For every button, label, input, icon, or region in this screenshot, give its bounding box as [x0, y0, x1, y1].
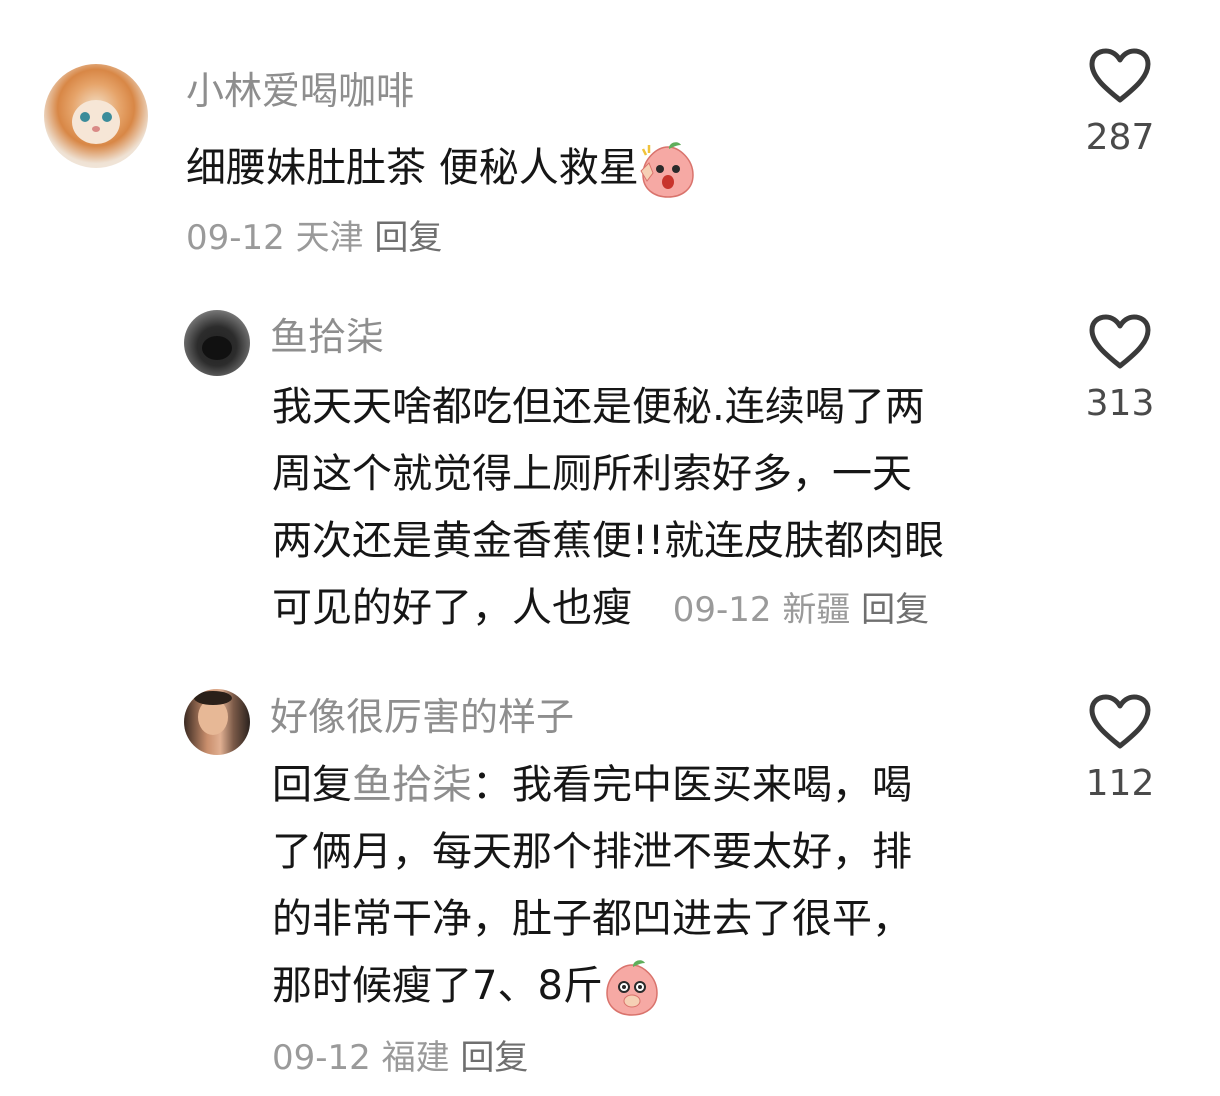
peach-shy-emoji: [603, 959, 661, 1017]
mention-link[interactable]: 鱼拾柒: [352, 762, 472, 808]
comment-line: 可见的好了，人也瘦: [272, 585, 632, 631]
comment-line: 了俩月，每天那个排泄不要太好，排: [272, 829, 912, 875]
person-avatar[interactable]: [184, 689, 250, 755]
username[interactable]: 鱼拾柒: [270, 318, 384, 356]
comment-date: 09-12: [272, 1038, 371, 1078]
dog-avatar[interactable]: [184, 310, 250, 376]
comment-location: 新疆: [782, 590, 851, 630]
heart-icon[interactable]: [1088, 314, 1152, 370]
comment-text: 回复鱼拾柒：我看完中医买来喝，喝 了俩月，每天那个排泄不要太好，排 的非常干净，…: [272, 752, 1052, 1020]
like-button[interactable]: 313: [1060, 314, 1180, 422]
like-button[interactable]: 287: [1060, 48, 1180, 156]
cat-avatar[interactable]: [44, 64, 148, 168]
heart-icon[interactable]: [1088, 48, 1152, 104]
like-count: 112: [1085, 763, 1155, 804]
like-count: 287: [1085, 117, 1155, 158]
comment-line: 周这个就觉得上厕所利索好多，一天: [272, 451, 912, 497]
comment-line: 的非常干净，肚子都凹进去了很平，: [272, 896, 912, 942]
comment-text: 细腰妹肚肚茶 便秘人救星: [186, 135, 697, 202]
like-count: 313: [1085, 383, 1155, 424]
comment-date: 09-12: [186, 218, 285, 258]
comment-line-last: 可见的好了，人也瘦 09-12 新疆 回复: [272, 575, 1052, 644]
comment-line: 那时候瘦了7、8斤: [272, 963, 603, 1009]
reply-prefix: 回复: [272, 762, 352, 808]
comment-line: 两次还是黄金香蕉便!!就连皮肤都肉眼: [272, 518, 945, 564]
peach-wow-emoji: [639, 141, 697, 199]
comment-meta: 09-12 天津 回复: [186, 210, 442, 259]
username[interactable]: 小林爱喝咖啡: [186, 72, 414, 110]
reply-button[interactable]: 回复: [861, 590, 929, 630]
comment-text: 我天天啥都吃但还是便秘.连续喝了两 周这个就觉得上厕所利索好多，一天 两次还是黄…: [272, 374, 1052, 644]
comment-location: 天津: [295, 218, 364, 258]
comment-date: 09-12: [672, 590, 772, 630]
heart-icon[interactable]: [1088, 694, 1152, 750]
username[interactable]: 好像很厉害的样子: [270, 698, 574, 736]
comment-line: 我天天啥都吃但还是便秘.连续喝了两: [272, 384, 925, 430]
comment-line-last: 那时候瘦了7、8斤: [272, 953, 1052, 1020]
comment-location: 福建: [381, 1038, 450, 1078]
comment-line-text: ：我看完中医买来喝，喝: [472, 762, 912, 808]
comment-meta: 09-12 福建 回复: [272, 1030, 528, 1079]
comment-body: 细腰妹肚肚茶 便秘人救星: [186, 145, 639, 191]
like-button[interactable]: 112: [1060, 694, 1180, 802]
comment-meta: 09-12 新疆 回复: [673, 590, 929, 630]
reply-button[interactable]: 回复: [374, 218, 442, 258]
comment-line: 回复鱼拾柒：我看完中医买来喝，喝: [272, 752, 1052, 819]
reply-button[interactable]: 回复: [460, 1038, 528, 1078]
